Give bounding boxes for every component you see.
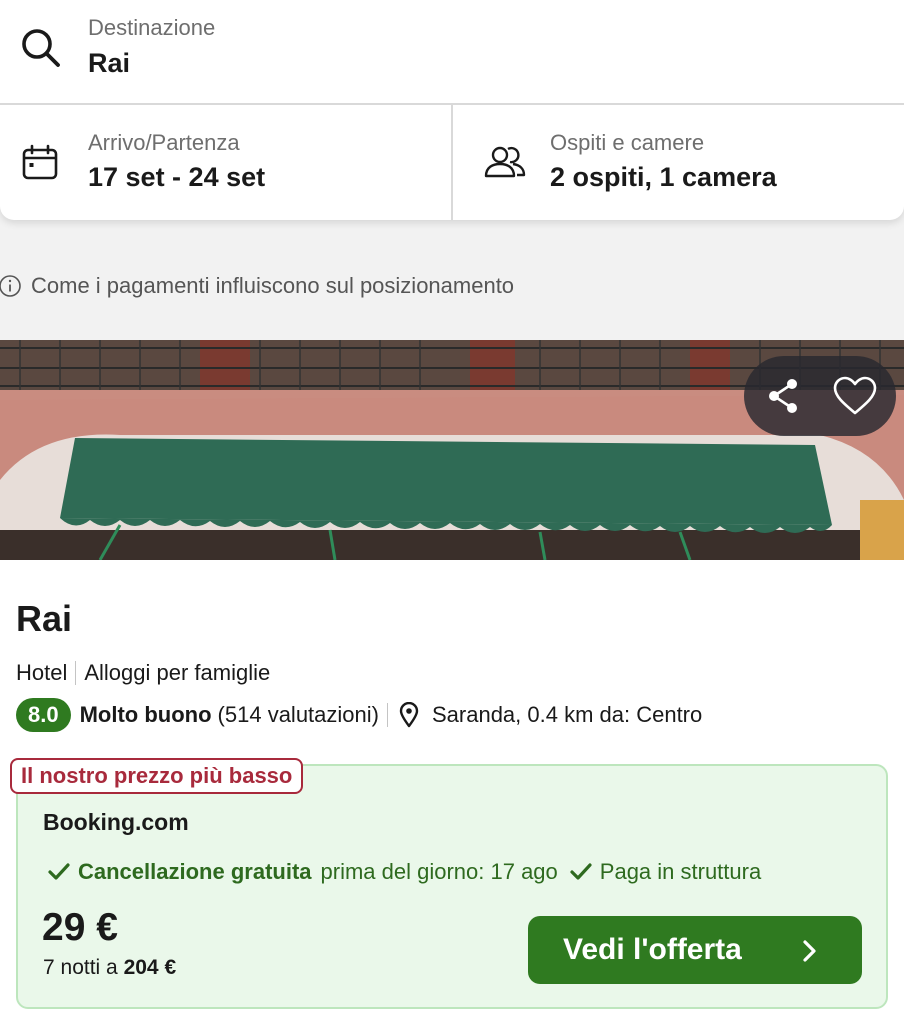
guests-icon (484, 146, 526, 178)
hotel-category: Alloggi per famiglie (84, 660, 271, 685)
heart-icon[interactable] (832, 374, 878, 418)
payment-info-link[interactable]: Come i pagamenti influiscono sul posizio… (0, 271, 514, 301)
view-deal-label: Vedi l'offerta (563, 933, 742, 966)
hotel-location[interactable]: Saranda, 0.4 km da: Centro (432, 702, 702, 728)
hotel-type: Hotel (16, 660, 68, 685)
search-icon (22, 29, 60, 67)
nights-prefix: 7 notti a (43, 956, 118, 979)
info-icon (0, 275, 21, 297)
divider (386, 703, 388, 727)
destination-label: Destinazione (88, 15, 216, 40)
photo-actions (744, 356, 896, 436)
dates-label: Arrivo/Partenza (88, 130, 240, 155)
rating-row: 8.0 Molto buono (514 valutazioni) Sarand… (16, 697, 702, 733)
guests-value: 2 ospiti, 1 camera (550, 162, 777, 192)
divider (75, 661, 77, 685)
rating-count: (514 valutazioni) (217, 702, 379, 727)
rating-word: Molto buono (79, 702, 212, 727)
share-icon[interactable] (762, 374, 806, 418)
lowest-price-tag: Il nostro prezzo più basso (10, 758, 304, 794)
dates-value: 17 set - 24 set (88, 162, 266, 192)
chevron-right-icon (803, 940, 816, 962)
hotel-name[interactable]: Rai (16, 598, 72, 640)
destination-value: Rai (88, 48, 131, 78)
nights-total: 204 € (123, 956, 177, 979)
hotel-type-row: Hotel Alloggi per famiglie (16, 660, 270, 686)
pay-at-property: Paga in struttura (599, 859, 762, 884)
check-icon (48, 863, 70, 880)
total-price: 7 notti a 204 € (43, 956, 176, 980)
calendar-icon (22, 144, 58, 180)
free-cancellation: Cancellazione gratuita (78, 859, 312, 884)
location-pin-icon (399, 702, 419, 728)
payment-info-text: Come i pagamenti influiscono sul posizio… (31, 273, 515, 298)
info-band (0, 200, 904, 340)
destination-field[interactable]: Destinazione Rai (0, 0, 904, 105)
search-panel: Destinazione Rai Arrivo/Partenza 17 set … (0, 0, 904, 220)
perks-row: Cancellazione gratuita prima del giorno:… (48, 857, 761, 887)
guests-field[interactable]: Ospiti e camere 2 ospiti, 1 camera (453, 105, 904, 220)
check-icon (570, 863, 592, 880)
dates-field[interactable]: Arrivo/Partenza 17 set - 24 set (0, 105, 453, 220)
nightly-price: 29 € (42, 906, 118, 949)
cancellation-deadline: prima del giorno: 17 ago (320, 859, 558, 884)
provider-name: Booking.com (43, 809, 189, 835)
guests-label: Ospiti e camere (550, 130, 705, 155)
score-badge: 8.0 (16, 698, 71, 732)
view-deal-button[interactable]: Vedi l'offerta (528, 916, 862, 984)
